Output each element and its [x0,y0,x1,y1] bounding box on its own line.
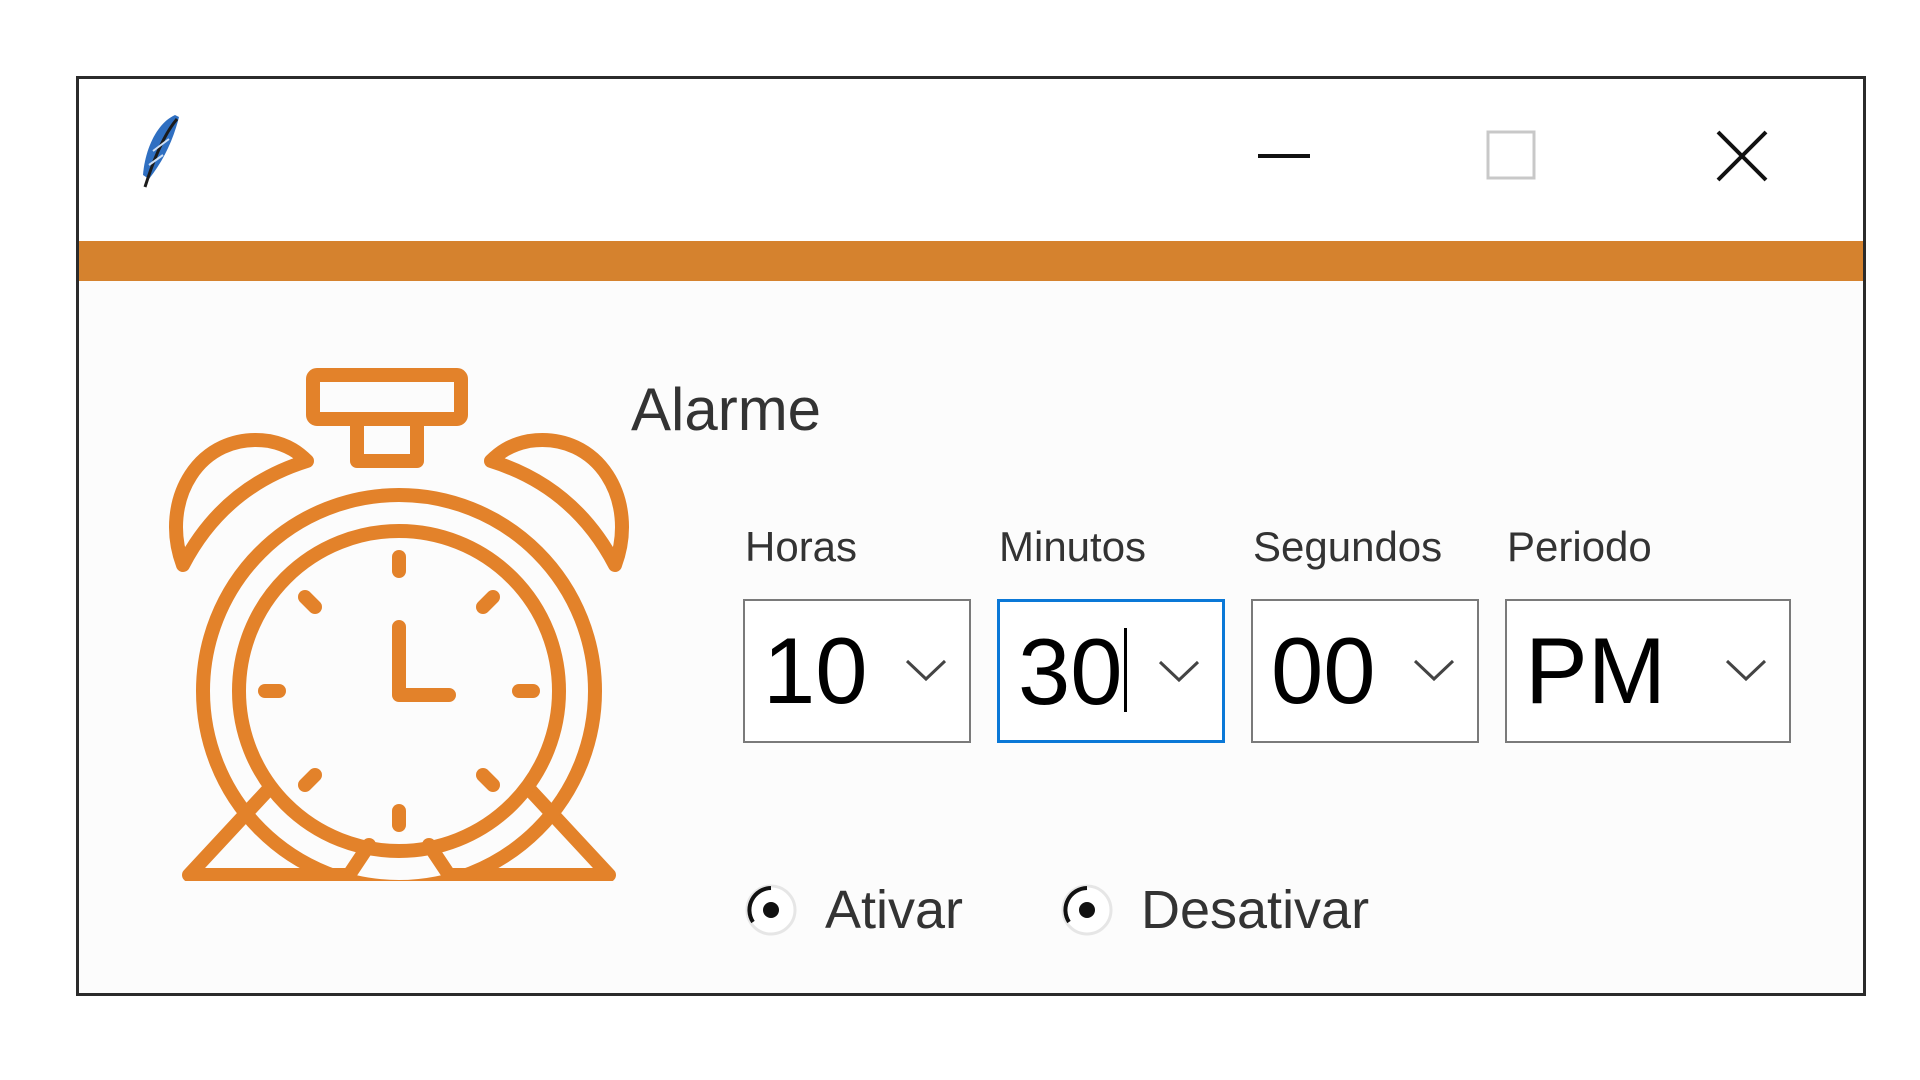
minutes-combobox[interactable]: 30 [997,599,1225,743]
chevron-down-icon[interactable] [1723,655,1769,685]
radio-icon[interactable] [743,882,799,938]
feather-icon [135,109,185,199]
minutes-text: 30 [1018,619,1123,724]
chevron-down-icon[interactable] [1156,656,1202,686]
title-bar[interactable] [79,79,1863,241]
seconds-value: 00 [1271,618,1376,723]
seconds-label: Segundos [1253,523,1443,570]
hours-combobox[interactable]: 10 [743,599,971,743]
maximize-button[interactable] [1467,119,1557,193]
alarm-window: Alarme Horas Minutos Segundos Periodo 10… [76,76,1866,996]
seconds-combobox[interactable]: 00 [1251,599,1479,743]
activate-label: Ativar [825,880,964,940]
alarm-clock-icon [159,361,639,894]
minutes-value: 30 [1018,622,1127,722]
text-caret [1123,628,1127,712]
period-label: Periodo [1507,523,1652,570]
hours-label: Horas [745,523,858,570]
maximize-icon [1486,130,1536,180]
hours-value: 10 [763,618,868,723]
minimize-button[interactable] [1239,119,1329,193]
minutes-label: Minutos [999,523,1147,570]
period-combobox[interactable]: PM [1505,599,1791,743]
close-icon [1716,130,1768,182]
chevron-down-icon[interactable] [903,655,949,685]
chevron-down-icon[interactable] [1411,655,1457,685]
accent-bar [79,241,1863,281]
deactivate-radio[interactable]: Desativar [1059,879,1369,941]
minimize-icon [1258,154,1310,158]
activate-radio[interactable]: Ativar [743,879,963,941]
page-title: Alarme [631,376,822,443]
deactivate-label: Desativar [1141,880,1370,940]
radio-icon[interactable] [1059,882,1115,938]
period-value: PM [1525,618,1666,723]
close-button[interactable] [1697,119,1787,193]
